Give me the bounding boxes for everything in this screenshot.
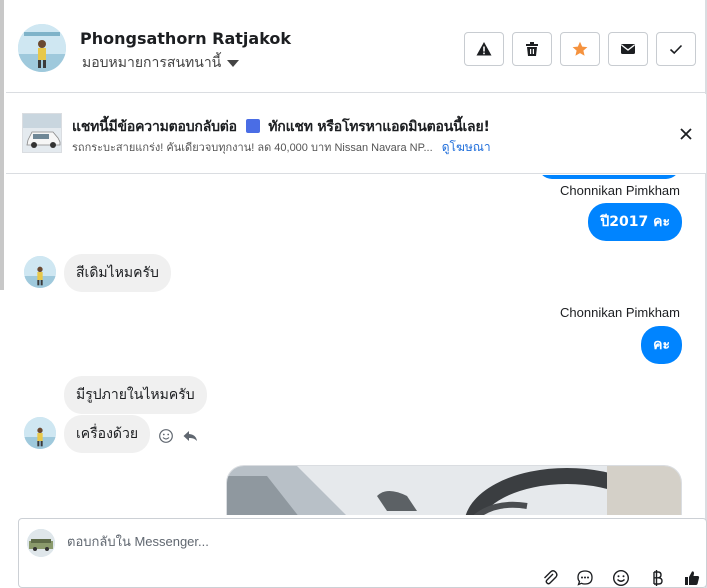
- banner-subtitle: รถกระบะสายแกร่ง! คันเดียวจบทุกงาน! ลด 40…: [72, 138, 491, 157]
- star-icon: [572, 41, 588, 56]
- envelope-icon: [621, 44, 635, 54]
- sender-name: Chonnikan Pimkham: [560, 305, 680, 320]
- report-button[interactable]: [464, 32, 504, 66]
- conversation-header: Phongsathorn Ratjakok มอบหมายการสนทนานี้: [6, 6, 706, 93]
- contact-name[interactable]: Phongsathorn Ratjakok: [80, 29, 291, 48]
- mark-unread-button[interactable]: [608, 32, 648, 66]
- delete-button[interactable]: [512, 32, 552, 66]
- ad-reply-banner: แชทนี้มีข้อความตอบกลับต่อ ทักแชท หรือโทร…: [6, 94, 706, 174]
- baht-payment-icon[interactable]: [648, 569, 666, 587]
- reply-input[interactable]: [67, 534, 467, 549]
- saved-replies-icon[interactable]: [576, 569, 594, 587]
- mark-done-button[interactable]: [656, 32, 696, 66]
- close-icon[interactable]: [678, 126, 694, 142]
- message-bubble-outgoing[interactable]: ปี2017 คะ: [588, 203, 682, 241]
- message-bubble-outgoing-partial: [538, 175, 680, 179]
- assign-conversation-dropdown[interactable]: มอบหมายการสนทนานี้: [82, 52, 240, 74]
- message-bubble-incoming[interactable]: สีเดิมไหมครับ: [64, 254, 171, 292]
- photo-attachment[interactable]: [226, 465, 682, 515]
- message-bubble-incoming[interactable]: เครื่องด้วย: [64, 415, 151, 453]
- ad-thumbnail[interactable]: [22, 113, 62, 153]
- avatar[interactable]: [24, 417, 56, 449]
- banner-title: แชทนี้มีข้อความตอบกลับต่อ ทักแชท หรือโทร…: [72, 116, 490, 138]
- view-ad-link[interactable]: ดูโฆษณา: [442, 140, 491, 154]
- reply-composer: [18, 518, 707, 588]
- star-button[interactable]: [560, 32, 600, 66]
- paperclip-icon[interactable]: [541, 569, 559, 587]
- warning-icon: [476, 42, 492, 56]
- message-bubble-incoming[interactable]: มีรูปภายในไหมครับ: [64, 376, 207, 414]
- scrollbar[interactable]: [0, 0, 4, 290]
- thumbs-up-icon[interactable]: [683, 569, 701, 587]
- ad-description: รถกระบะสายแกร่ง! คันเดียวจบทุกงาน! ลด 40…: [72, 142, 433, 154]
- banner-title-cta: ทักแชท หรือโทรหาแอดมินตอนนี้เลย!: [268, 119, 490, 135]
- check-icon: [669, 44, 683, 55]
- sender-name: Chonnikan Pimkham: [560, 183, 680, 198]
- emoji-react-icon[interactable]: [158, 428, 174, 444]
- caret-down-icon: [227, 59, 240, 67]
- assign-label: มอบหมายการสนทนานี้: [82, 55, 222, 71]
- emoji-icon[interactable]: [612, 569, 630, 587]
- avatar[interactable]: [24, 256, 56, 288]
- reply-icon[interactable]: [182, 428, 198, 444]
- trash-icon: [526, 42, 538, 56]
- phone-emoji-icon: [245, 119, 260, 133]
- message-thread[interactable]: Chonnikan Pimkham ปี2017 คะ สีเดิมไหมครั…: [6, 175, 706, 515]
- page-avatar: [27, 529, 55, 557]
- banner-title-text: แชทนี้มีข้อความตอบกลับต่อ: [72, 119, 237, 135]
- messenger-conversation: Phongsathorn Ratjakok มอบหมายการสนทนานี้…: [0, 0, 707, 588]
- avatar[interactable]: [18, 24, 66, 72]
- message-bubble-outgoing[interactable]: คะ: [641, 326, 682, 364]
